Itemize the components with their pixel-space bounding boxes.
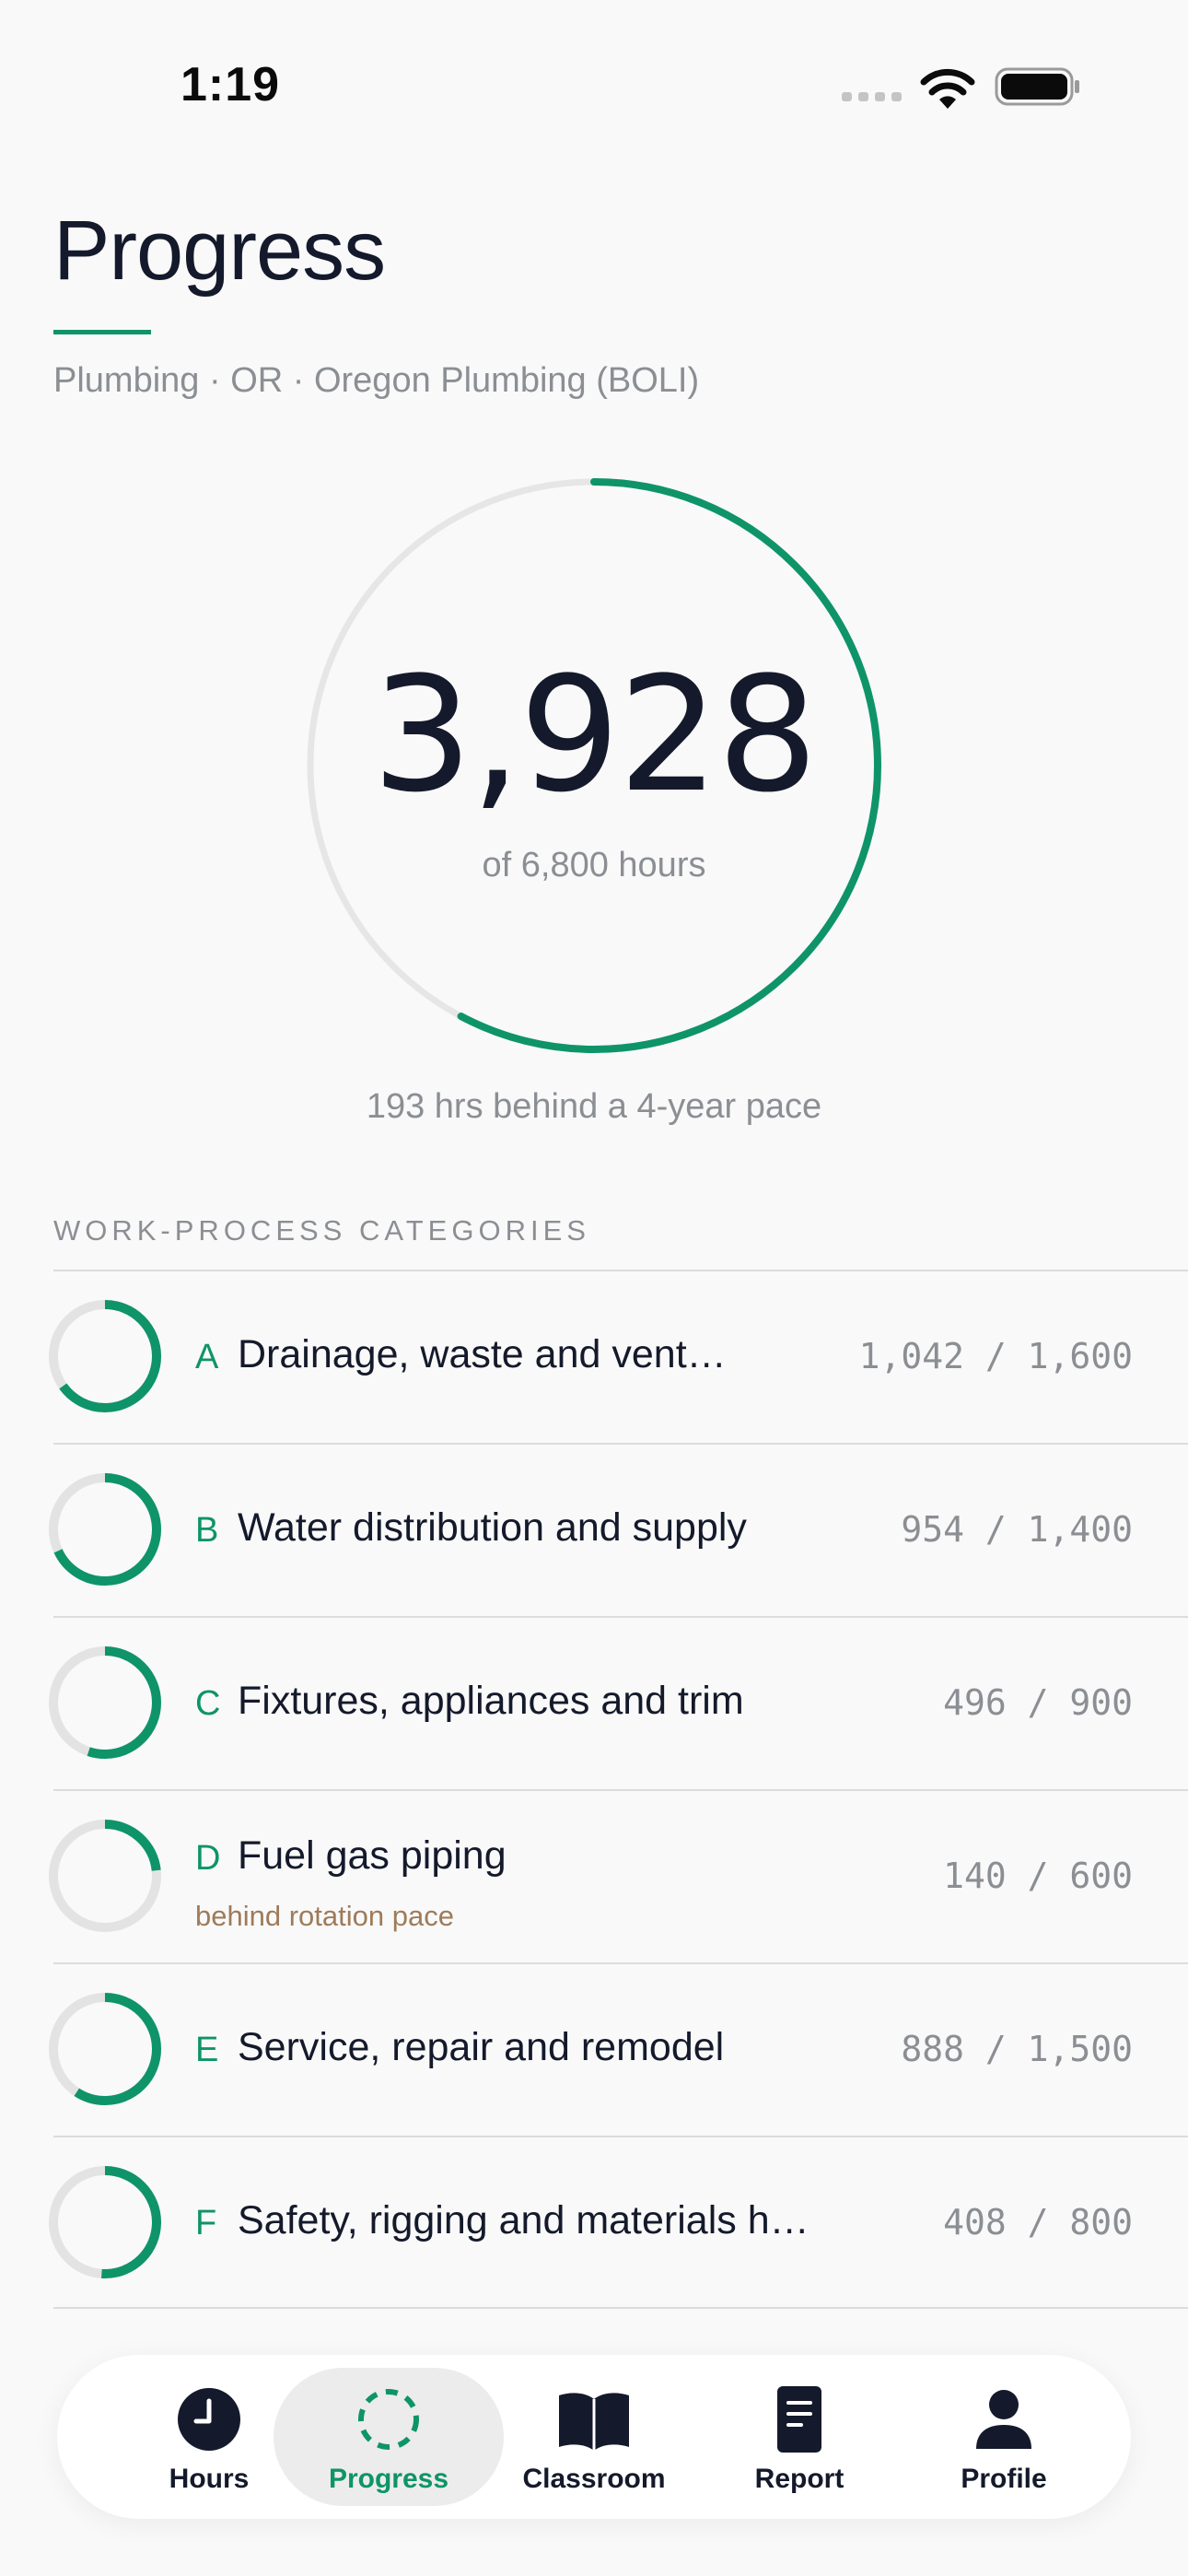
tab-report[interactable]: Report bbox=[684, 2368, 914, 2506]
tab-profile[interactable]: Profile bbox=[889, 2368, 1119, 2506]
category-row[interactable]: E Service, repair and remodel 888 / 1,50… bbox=[49, 1962, 1188, 2136]
category-warning: behind rotation pace bbox=[195, 1900, 454, 1932]
category-progress-ring bbox=[49, 2166, 161, 2278]
wifi-icon bbox=[920, 68, 975, 109]
category-hours: 888 / 1,500 bbox=[901, 2029, 1133, 2069]
category-hours: 140 / 600 bbox=[943, 1856, 1133, 1896]
tab-label: Profile bbox=[961, 2464, 1047, 2494]
category-row[interactable]: B Water distribution and supply 954 / 1,… bbox=[49, 1443, 1188, 1616]
document-icon bbox=[777, 2386, 821, 2453]
category-progress-ring bbox=[49, 1473, 161, 1586]
category-hours: 408 / 800 bbox=[943, 2202, 1133, 2242]
category-hours: 1,042 / 1,600 bbox=[858, 1336, 1133, 1376]
category-row[interactable]: A Drainage, waste and vent… 1,042 / 1,60… bbox=[49, 1270, 1188, 1443]
category-letter: E bbox=[195, 2031, 219, 2069]
category-name: Water distribution and supply bbox=[238, 1505, 747, 1550]
category-letter: B bbox=[195, 1511, 219, 1550]
tab-label: Classroom bbox=[522, 2464, 666, 2494]
cellular-signal-icon bbox=[842, 92, 902, 101]
category-name: Service, repair and remodel bbox=[238, 2025, 725, 2069]
completed-hours: 3,928 bbox=[371, 642, 818, 827]
category-row[interactable]: F Safety, rigging and materials h… 408 /… bbox=[49, 2136, 1188, 2309]
page-title: Progress bbox=[53, 204, 386, 298]
section-label: WORK-PROCESS CATEGORIES bbox=[53, 1214, 590, 1247]
pace-note: 193 hrs behind a 4-year pace bbox=[366, 1087, 822, 1126]
category-letter: A bbox=[195, 1338, 219, 1376]
category-letter: C bbox=[195, 1684, 221, 1723]
category-progress-ring bbox=[49, 1820, 161, 1932]
category-letter: F bbox=[195, 2204, 217, 2242]
title-underline bbox=[53, 330, 151, 334]
category-name: Drainage, waste and vent… bbox=[238, 1332, 727, 1376]
category-name: Fixtures, appliances and trim bbox=[238, 1679, 744, 1723]
total-hours-caption: of 6,800 hours bbox=[482, 846, 706, 884]
category-list: A Drainage, waste and vent… 1,042 / 1,60… bbox=[49, 1270, 1188, 2309]
clock-icon bbox=[178, 2388, 240, 2451]
battery-icon bbox=[995, 67, 1079, 106]
category-progress-ring bbox=[49, 1993, 161, 2105]
category-row[interactable]: D Fuel gas piping behind rotation pace 1… bbox=[49, 1789, 1188, 1962]
category-letter: D bbox=[195, 1839, 221, 1878]
trade-subtitle: Plumbing · OR · Oregon Plumbing (BOLI) bbox=[53, 361, 700, 400]
category-progress-ring bbox=[49, 1300, 161, 1412]
category-row[interactable]: C Fixtures, appliances and trim 496 / 90… bbox=[49, 1616, 1188, 1789]
person-icon bbox=[976, 2390, 1031, 2449]
tab-label: Progress bbox=[328, 2464, 449, 2494]
tab-label: Report bbox=[754, 2464, 844, 2494]
category-hours: 496 / 900 bbox=[943, 1682, 1133, 1723]
book-icon bbox=[559, 2393, 629, 2451]
category-hours: 954 / 1,400 bbox=[901, 1509, 1133, 1550]
tab-classroom[interactable]: Classroom bbox=[479, 2368, 709, 2506]
progress-ring-icon bbox=[358, 2389, 419, 2450]
status-time: 1:19 bbox=[181, 58, 281, 111]
tab-bar: Hours Progress Classroom Report Profile bbox=[57, 2355, 1131, 2519]
tab-progress[interactable]: Progress bbox=[274, 2368, 504, 2506]
category-name: Safety, rigging and materials h… bbox=[238, 2198, 809, 2242]
category-progress-ring bbox=[49, 1646, 161, 1759]
category-name: Fuel gas piping bbox=[238, 1833, 507, 1878]
